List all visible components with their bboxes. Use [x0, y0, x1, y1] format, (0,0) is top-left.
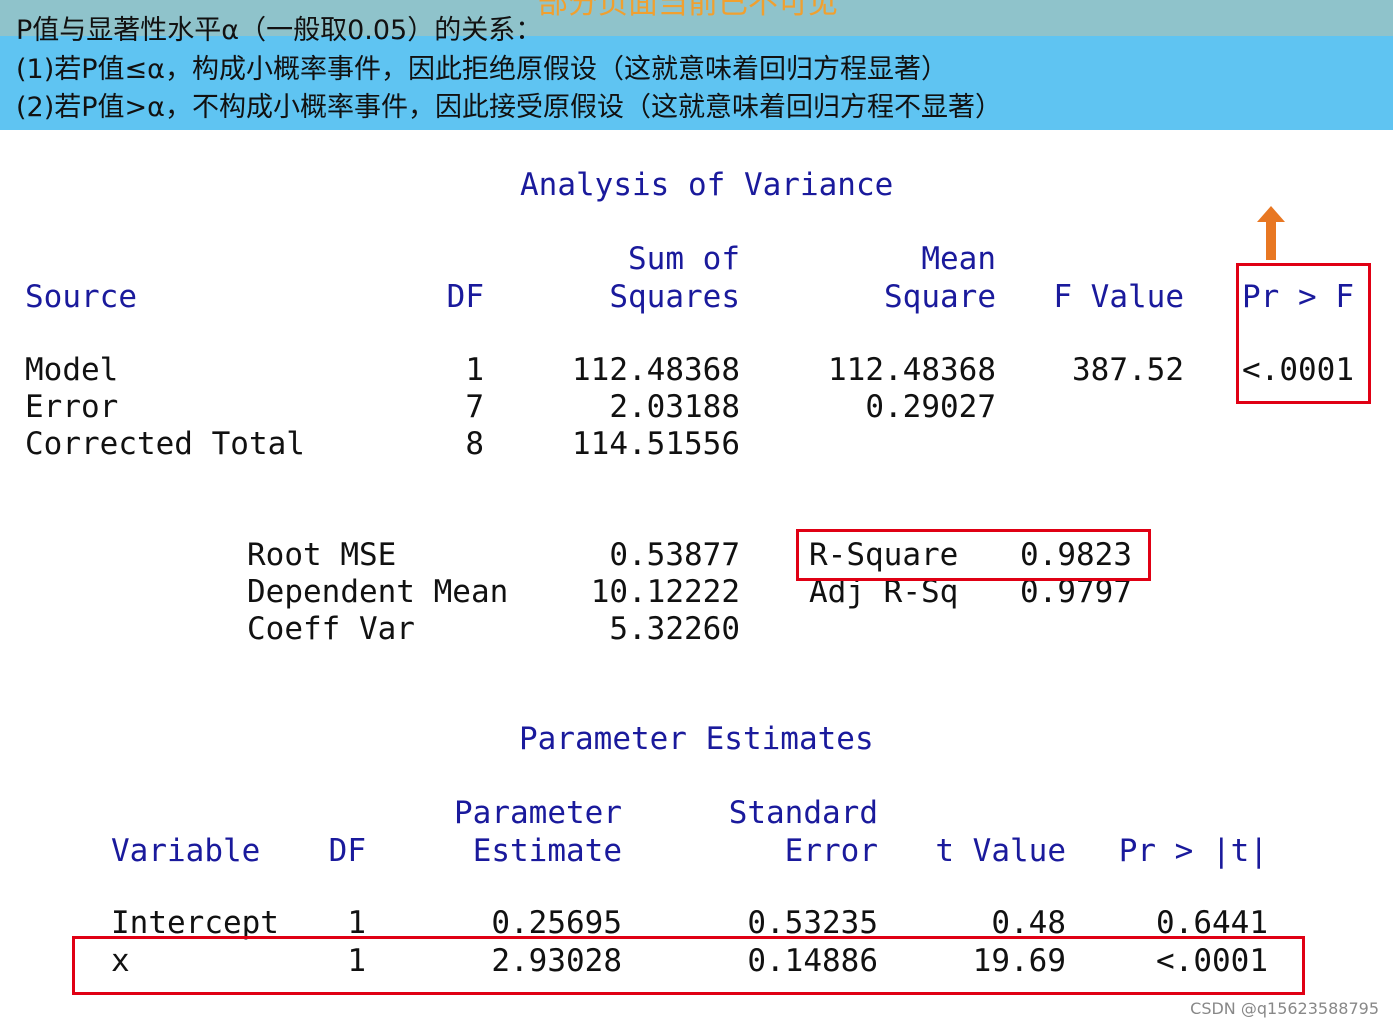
anova-row-df: 8 — [465, 426, 484, 462]
params-row-est: 0.25695 — [491, 905, 622, 941]
x-row-highlight-box — [72, 936, 1305, 995]
params-row-variable: Intercept — [111, 905, 279, 941]
anova-row-f: 387.52 — [1072, 352, 1184, 388]
fit-value: 10.12222 — [590, 574, 740, 610]
p-value-highlight-box — [1236, 263, 1371, 404]
anova-row-ss: 2.03188 — [609, 389, 740, 425]
anova-row-source: Corrected Total — [25, 426, 305, 462]
anova-row-source: Error — [25, 389, 119, 425]
up-arrow-icon — [1257, 206, 1285, 260]
params-header-t: t Value — [935, 833, 1066, 869]
params-row-df: 1 — [347, 905, 366, 941]
fit-value: 0.53877 — [609, 537, 740, 573]
params-header-se-bottom: Error — [784, 833, 878, 869]
banner-line-1: P值与显著性水平α（一般取0.05）的关系： — [16, 15, 543, 46]
params-header-df: DF — [328, 833, 366, 869]
anova-header-f: F Value — [1053, 279, 1184, 315]
anova-header-ss-top: Sum of — [628, 241, 740, 277]
banner-line-2: (1)若P值≤α，构成小概率事件，因此拒绝原假设（这就意味着回归方程显著） — [16, 54, 948, 85]
params-row-se: 0.53235 — [747, 905, 878, 941]
fit-label: Dependent Mean — [247, 574, 509, 610]
params-header-se-top: Standard — [728, 795, 878, 831]
anova-row-ss: 112.48368 — [572, 352, 740, 388]
adj-r-sq-value: 0.9797 — [1020, 574, 1132, 610]
anova-header-ss-bottom: Squares — [609, 279, 740, 315]
anova-row-ms: 0.29027 — [865, 389, 996, 425]
params-row-t: 0.48 — [991, 905, 1066, 941]
clipped-heading: 部分页面当前已不可见 — [538, 0, 838, 21]
anova-title: Analysis of Variance — [520, 167, 894, 203]
params-header-p: Pr > |t| — [1118, 833, 1268, 869]
anova-header-source: Source — [25, 279, 137, 315]
anova-row-df: 7 — [465, 389, 484, 425]
anova-row-ms: 112.48368 — [828, 352, 996, 388]
fit-value: 5.32260 — [609, 611, 740, 647]
anova-header-ms-bottom: Square — [884, 279, 996, 315]
anova-row-df: 1 — [465, 352, 484, 388]
fit-label: Coeff Var — [247, 611, 415, 647]
r-square-highlight-box — [796, 529, 1151, 581]
anova-header-ms-top: Mean — [921, 241, 996, 277]
anova-header-df: DF — [446, 279, 484, 315]
params-header-est-bottom: Estimate — [472, 833, 622, 869]
params-title: Parameter Estimates — [519, 721, 874, 757]
fit-label: Root MSE — [247, 537, 397, 573]
watermark: CSDN @q15623588795 — [1190, 999, 1379, 1018]
params-header-est-top: Parameter — [454, 795, 622, 831]
anova-row-ss: 114.51556 — [572, 426, 740, 462]
adj-r-sq-label: Adj R-Sq — [809, 574, 959, 610]
params-header-variable: Variable — [111, 833, 261, 869]
banner-line-3: (2)若P值>α，不构成小概率事件，因此接受原假设（这就意味着回归方程不显著） — [16, 92, 1002, 123]
params-row-p: 0.6441 — [1156, 905, 1268, 941]
anova-row-source: Model — [25, 352, 119, 388]
